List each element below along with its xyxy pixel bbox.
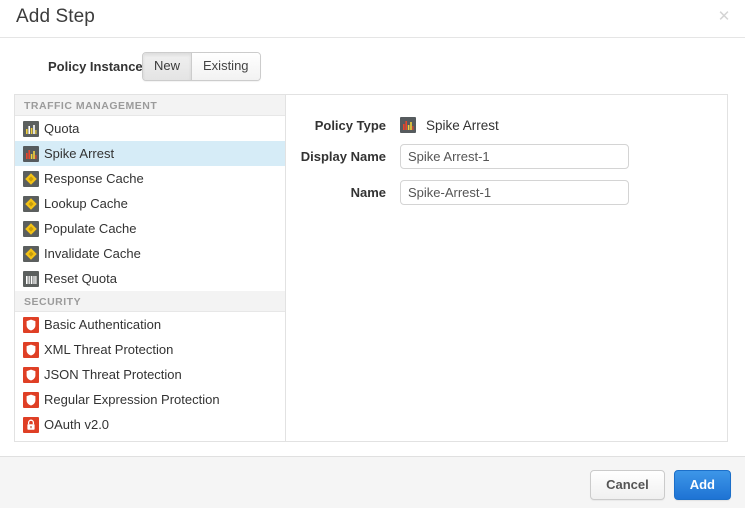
policy-type-text: Spike Arrest bbox=[426, 118, 499, 133]
sidebar-item-label: Lookup Cache bbox=[44, 196, 128, 211]
policy-instance-row: Policy Instance New Existing bbox=[0, 52, 745, 84]
sidebar-item-quota[interactable]: Quota bbox=[15, 116, 285, 141]
add-button[interactable]: Add bbox=[674, 470, 731, 500]
display-name-row: Display Name bbox=[286, 144, 727, 169]
sidebar-item-oauth-v2[interactable]: OAuth v2.0 bbox=[15, 412, 285, 437]
policy-type-label: Policy Type bbox=[286, 118, 400, 133]
bar-chart-yellow-icon bbox=[23, 121, 39, 137]
red-lock-icon bbox=[23, 417, 39, 433]
red-shield-icon bbox=[23, 392, 39, 408]
sidebar-item-lookup-cache[interactable]: Lookup Cache bbox=[15, 191, 285, 216]
sidebar-item-basic-authentication[interactable]: Basic Authentication bbox=[15, 312, 285, 337]
sidebar-item-label: Populate Cache bbox=[44, 221, 137, 236]
display-name-label: Display Name bbox=[286, 149, 400, 164]
dialog-body: TRAFFIC MANAGEMENT Quota Spike Arre bbox=[14, 94, 728, 442]
sidebar-item-invalidate-cache[interactable]: Invalidate Cache bbox=[15, 241, 285, 266]
policy-instance-label: Policy Instance bbox=[48, 59, 143, 74]
toggle-new-button[interactable]: New bbox=[143, 53, 191, 80]
sidebar-item-xml-threat-protection[interactable]: XML Threat Protection bbox=[15, 337, 285, 362]
close-icon[interactable]: ✕ bbox=[715, 8, 733, 26]
bar-chart-gray-icon bbox=[23, 271, 39, 287]
sidebar-item-label: Regular Expression Protection bbox=[44, 392, 220, 407]
name-input[interactable] bbox=[400, 180, 629, 205]
section-header-traffic-management: TRAFFIC MANAGEMENT bbox=[15, 95, 285, 116]
sidebar-item-label: XML Threat Protection bbox=[44, 342, 173, 357]
sidebar-item-json-threat-protection[interactable]: JSON Threat Protection bbox=[15, 362, 285, 387]
policy-instance-toggle[interactable]: New Existing bbox=[142, 52, 261, 81]
policy-detail-form: Policy Type Spike Arrest Display Name Na… bbox=[286, 95, 727, 441]
cancel-button[interactable]: Cancel bbox=[590, 470, 665, 500]
sidebar-item-reset-quota[interactable]: Reset Quota bbox=[15, 266, 285, 291]
sidebar-item-response-cache[interactable]: Response Cache bbox=[15, 166, 285, 191]
red-shield-icon bbox=[23, 317, 39, 333]
yellow-diamond-icon bbox=[23, 196, 39, 212]
display-name-input[interactable] bbox=[400, 144, 629, 169]
bar-chart-red-icon bbox=[23, 146, 39, 162]
dialog-header: Add Step ✕ bbox=[0, 0, 745, 38]
red-shield-icon bbox=[23, 367, 39, 383]
sidebar-item-populate-cache[interactable]: Populate Cache bbox=[15, 216, 285, 241]
sidebar-item-spike-arrest[interactable]: Spike Arrest bbox=[15, 141, 285, 166]
dialog-footer: Cancel Add bbox=[0, 456, 745, 508]
section-header-security: SECURITY bbox=[15, 291, 285, 312]
policy-type-value: Spike Arrest bbox=[400, 117, 499, 133]
policy-type-row: Policy Type Spike Arrest bbox=[286, 117, 727, 133]
sidebar-item-label: Basic Authentication bbox=[44, 317, 161, 332]
policy-list-sidebar[interactable]: TRAFFIC MANAGEMENT Quota Spike Arre bbox=[15, 95, 286, 441]
sidebar-item-label: Reset Quota bbox=[44, 271, 117, 286]
bar-chart-red-icon bbox=[400, 117, 416, 133]
name-label: Name bbox=[286, 185, 400, 200]
sidebar-item-label: Response Cache bbox=[44, 171, 144, 186]
yellow-diamond-icon bbox=[23, 246, 39, 262]
sidebar-item-label: JSON Threat Protection bbox=[44, 367, 182, 382]
yellow-diamond-icon bbox=[23, 221, 39, 237]
red-shield-icon bbox=[23, 342, 39, 358]
sidebar-item-label: Spike Arrest bbox=[44, 146, 114, 161]
name-row: Name bbox=[286, 180, 727, 205]
footer-button-group: Cancel Add bbox=[590, 470, 731, 500]
yellow-diamond-icon bbox=[23, 171, 39, 187]
toggle-existing-button[interactable]: Existing bbox=[191, 53, 260, 80]
sidebar-item-label: Invalidate Cache bbox=[44, 246, 141, 261]
page-title: Add Step bbox=[16, 6, 95, 28]
sidebar-item-regular-expression-protection[interactable]: Regular Expression Protection bbox=[15, 387, 285, 412]
sidebar-item-label: Quota bbox=[44, 121, 79, 136]
sidebar-item-label: OAuth v2.0 bbox=[44, 417, 109, 432]
